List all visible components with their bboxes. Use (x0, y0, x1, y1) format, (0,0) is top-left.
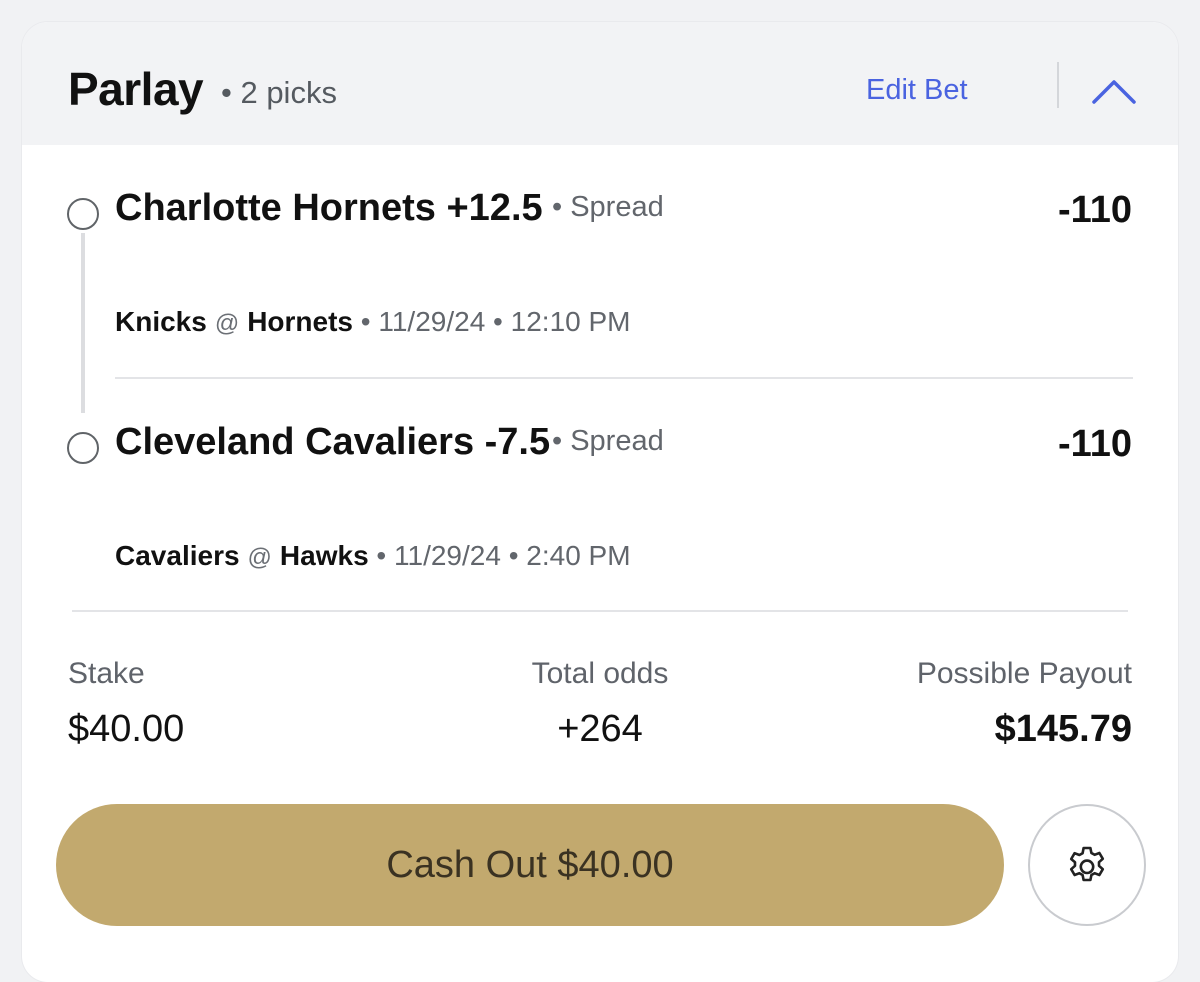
at-symbol: @ (247, 544, 272, 571)
payout-label: Possible Payout (916, 657, 1132, 690)
pick-matchup: Knicks @ Hornets • 11/29/24 • 12:10 PM (115, 306, 631, 338)
stake-label: Stake (68, 657, 145, 690)
gear-icon (1069, 846, 1105, 882)
pick-divider (115, 377, 1133, 379)
pick-status-circle (67, 432, 99, 464)
parlay-header[interactable]: Parlay • 2 picks Edit Bet (22, 22, 1178, 145)
total-odds-label: Total odds (531, 657, 669, 690)
pick-market: • Spread (552, 191, 664, 223)
away-team: Knicks (115, 306, 207, 337)
home-team: Hawks (279, 540, 369, 571)
parlay-bet-card: Parlay • 2 picks Edit Bet Charlotte Horn… (22, 22, 1178, 982)
payout-value: $145.79 (994, 708, 1132, 750)
home-team: Hornets (247, 306, 353, 337)
pick-selection: Charlotte Hornets +12.5 (115, 187, 543, 229)
edit-bet-link[interactable]: Edit Bet (866, 74, 968, 107)
pick-matchup: Cavaliers @ Hawks • 11/29/24 • 2:40 PM (115, 540, 631, 572)
pick-selection: Cleveland Cavaliers -7.5 (115, 421, 551, 463)
summary-divider (72, 610, 1128, 612)
collapse-button[interactable] (1086, 72, 1142, 112)
total-odds-value: +264 (557, 708, 643, 750)
pick-market: • Spread (552, 425, 664, 457)
picks-count: • 2 picks (221, 75, 337, 110)
bet-type-title: Parlay (68, 63, 204, 115)
chevron-up-icon (1092, 80, 1136, 104)
pick-status-circle (67, 198, 99, 230)
game-datetime: • 11/29/24 • 2:40 PM (376, 540, 631, 571)
header-divider (1057, 62, 1059, 108)
pick-odds: -110 (1058, 423, 1132, 465)
pick-odds: -110 (1058, 189, 1132, 231)
picks-timeline-line (81, 233, 85, 413)
cash-out-button[interactable]: Cash Out $40.00 (56, 804, 1004, 926)
game-datetime: • 11/29/24 • 12:10 PM (360, 306, 631, 337)
away-team: Cavaliers (115, 540, 240, 571)
settings-button[interactable] (1028, 804, 1146, 926)
at-symbol: @ (214, 310, 240, 337)
stake-value: $40.00 (68, 708, 185, 750)
